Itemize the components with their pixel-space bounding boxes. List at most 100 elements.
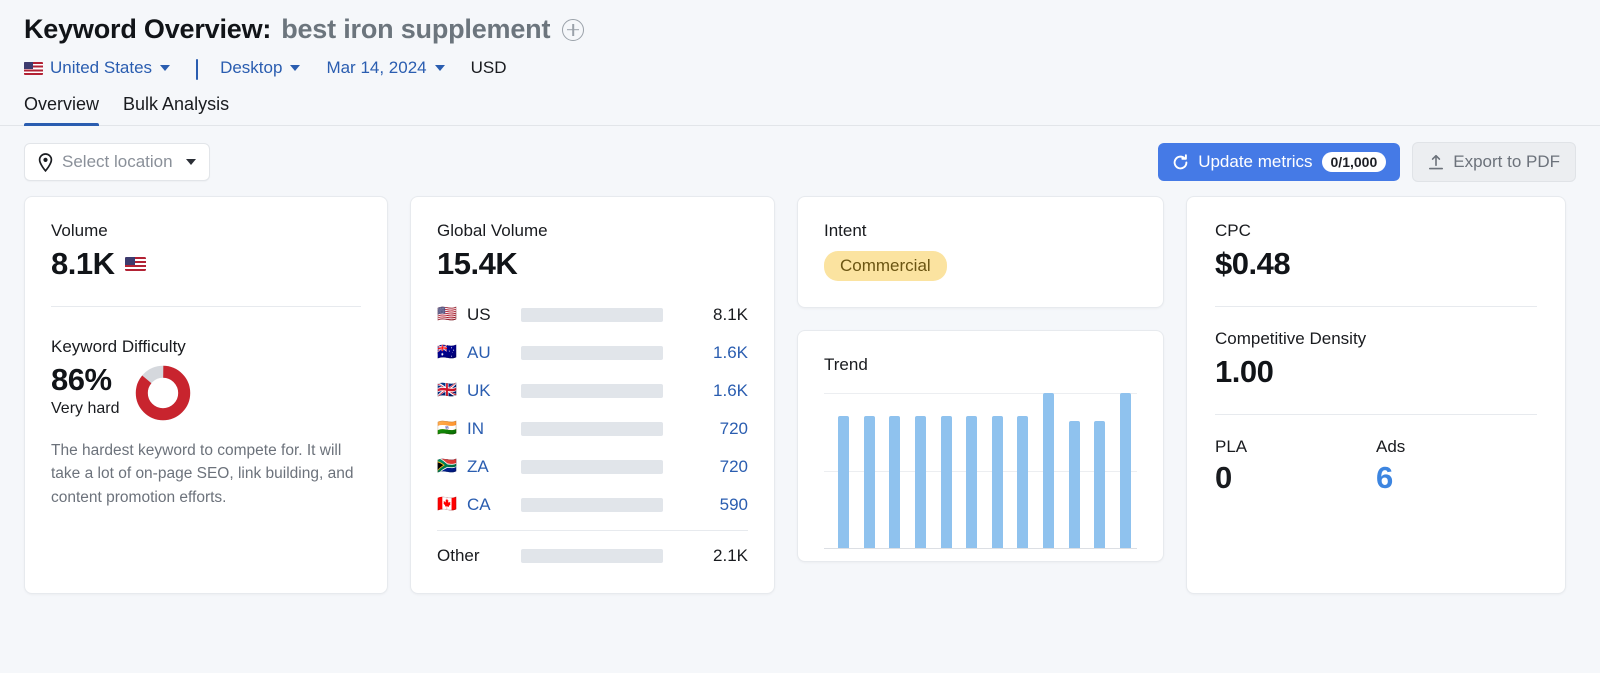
global-volume-value: 15.4K [437, 246, 518, 281]
country-selector[interactable]: United States [24, 58, 171, 78]
refresh-icon [1172, 153, 1189, 171]
location-select-placeholder: Select location [62, 152, 173, 171]
flag-icon-ca: 🇨🇦 [437, 496, 457, 513]
flag-icon-us: 🇺🇸 [437, 306, 457, 323]
intent-label: Intent [824, 221, 867, 240]
country-value-au[interactable]: 1.6K [690, 343, 748, 363]
trend-bar[interactable] [991, 416, 1003, 548]
trend-label: Trend [824, 355, 868, 374]
keyword-difficulty-description: The hardest keyword to compete for. It w… [51, 442, 354, 506]
trend-bars [838, 393, 1131, 548]
country-value-in[interactable]: 720 [690, 419, 748, 439]
other-divider [437, 530, 748, 531]
location-select[interactable]: Select location [24, 143, 210, 181]
tab-bulk-analysis[interactable]: Bulk Analysis [123, 94, 229, 125]
trend-bar[interactable] [1043, 393, 1054, 548]
flag-icon-za: 🇿🇦 [437, 458, 457, 475]
volume-divider [51, 306, 361, 307]
keyword-difficulty-row: 86% Very hard [51, 362, 361, 421]
cpc-value: $0.48 [1215, 246, 1291, 281]
export-pdf-button[interactable]: Export to PDF [1412, 142, 1576, 182]
flag-icon-in: 🇮🇳 [437, 420, 457, 437]
upload-icon [1428, 154, 1444, 171]
competitive-density-value: 1.00 [1215, 354, 1274, 389]
country-code-za[interactable]: ZA [467, 457, 489, 477]
global-volume-card: Global Volume 15.4K 🇺🇸 US 8.1K 🇦🇺 AU 1.6… [410, 196, 775, 594]
cpc-label: CPC [1215, 221, 1251, 240]
intent-badge[interactable]: Commercial [824, 251, 947, 281]
update-metrics-button[interactable]: Update metrics 0/1,000 [1158, 143, 1401, 181]
country-code-au[interactable]: AU [467, 343, 491, 363]
trend-bar[interactable] [940, 416, 952, 548]
date-selector-label: Mar 14, 2024 [326, 58, 427, 77]
country-selector-label: United States [50, 58, 153, 77]
device-selector-label: Desktop [220, 58, 283, 77]
country-code-us[interactable]: US [467, 305, 491, 325]
keyword-difficulty-block: Keyword Difficulty 86% Very hard The har… [51, 337, 361, 509]
volume-label: Volume [51, 221, 108, 240]
keyword-difficulty-label: Keyword Difficulty [51, 337, 186, 356]
trend-bar[interactable] [1068, 420, 1080, 548]
date-selector[interactable]: Mar 14, 2024 [326, 58, 445, 78]
trend-bar[interactable] [838, 416, 849, 548]
chevron-down-icon [290, 65, 301, 71]
plus-circle-icon[interactable] [562, 18, 585, 41]
monitor-icon [196, 59, 213, 80]
trend-bar[interactable] [966, 416, 978, 548]
chart-baseline [824, 548, 1137, 549]
chevron-down-icon [185, 159, 196, 165]
competitive-density-label: Competitive Density [1215, 329, 1367, 348]
cpc-card: CPC $0.48 Competitive Density 1.00 PLA 0… [1186, 196, 1566, 594]
device-selector[interactable]: Desktop [196, 58, 301, 80]
metrics-cards: Volume 8.1K Keyword Difficulty 86% Very … [0, 182, 1600, 594]
country-value-za[interactable]: 720 [690, 457, 748, 477]
page-header: Keyword Overview: best iron supplement U… [0, 0, 1600, 80]
country-code-in[interactable]: IN [467, 419, 484, 439]
update-metrics-label: Update metrics [1198, 152, 1313, 171]
country-row-in: 🇮🇳 IN 720 [437, 410, 748, 448]
us-flag-icon [24, 61, 43, 75]
trend-bar[interactable] [863, 416, 875, 548]
trend-bar[interactable] [889, 416, 901, 548]
country-code-uk[interactable]: UK [467, 381, 491, 401]
cpc-section: CPC $0.48 [1215, 221, 1537, 282]
cpc-divider-2 [1215, 414, 1537, 415]
country-value-uk[interactable]: 1.6K [690, 381, 748, 401]
ads-block: Ads 6 [1376, 437, 1537, 496]
update-metrics-badge: 0/1,000 [1321, 152, 1387, 172]
keyword-difficulty-value: 86% [51, 362, 112, 397]
pla-value: 0 [1215, 460, 1232, 495]
trend-bar[interactable] [1094, 420, 1106, 548]
tab-overview[interactable]: Overview [24, 94, 100, 126]
trend-bar[interactable] [914, 416, 926, 548]
pla-label: PLA [1215, 437, 1248, 456]
volume-value-row: 8.1K [51, 246, 361, 282]
country-row-us: 🇺🇸 US 8.1K [437, 296, 748, 334]
country-breakdown-list: 🇺🇸 US 8.1K 🇦🇺 AU 1.6K 🇬🇧 UK 1.6K 🇮🇳 IN 7… [437, 296, 748, 575]
pla-block: PLA 0 [1215, 437, 1376, 496]
country-bar-us [521, 308, 663, 322]
volume-card: Volume 8.1K Keyword Difficulty 86% Very … [24, 196, 388, 594]
pla-ads-row: PLA 0 Ads 6 [1215, 437, 1537, 496]
toolbar-actions: Update metrics 0/1,000 Export to PDF [1158, 142, 1576, 182]
global-volume-label: Global Volume [437, 221, 548, 240]
ads-value[interactable]: 6 [1376, 460, 1537, 496]
country-bar-za [521, 460, 663, 474]
chevron-down-icon [160, 65, 171, 71]
country-row-ca: 🇨🇦 CA 590 [437, 486, 748, 524]
country-code-ca[interactable]: CA [467, 495, 491, 515]
page-title: Keyword Overview: [24, 14, 272, 44]
country-value-ca[interactable]: 590 [690, 495, 748, 515]
tabs-bar: Overview Bulk Analysis [0, 94, 1600, 126]
us-flag-icon [125, 257, 147, 271]
trend-bar[interactable] [1119, 393, 1131, 548]
tab-bulk-analysis-label: Bulk Analysis [123, 94, 230, 114]
intent-card: Intent Commercial [797, 196, 1164, 308]
keyword-text: best iron supplement [281, 14, 551, 44]
country-bar-au [521, 346, 663, 360]
export-pdf-label: Export to PDF [1453, 152, 1560, 171]
difficulty-donut-chart [136, 365, 191, 421]
trend-bar[interactable] [1017, 416, 1029, 548]
other-value: 2.1K [713, 546, 748, 565]
cpc-divider-1 [1215, 306, 1537, 307]
